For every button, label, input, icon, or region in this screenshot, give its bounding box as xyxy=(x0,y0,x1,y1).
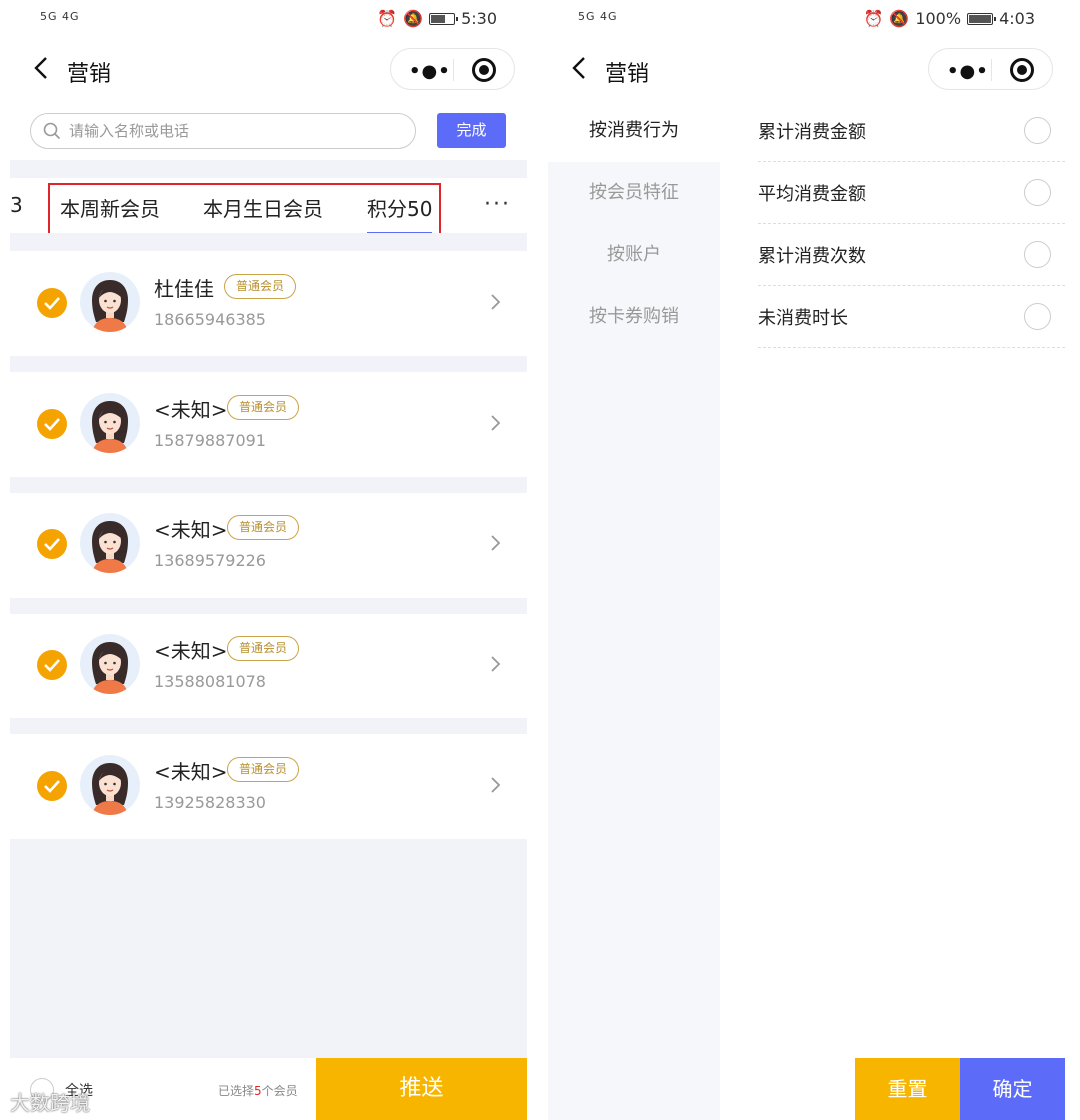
member-row[interactable]: <未知> 普通会员 13925828330 xyxy=(10,734,527,839)
close-target-icon[interactable] xyxy=(472,58,496,82)
alarm-icon: ⏰ xyxy=(377,9,398,28)
status-time: 4:03 xyxy=(999,9,1035,28)
chevron-right-icon[interactable] xyxy=(489,412,503,434)
checked-icon[interactable] xyxy=(37,650,67,680)
battery-icon xyxy=(429,12,459,25)
nav-bar: 营销 •●• xyxy=(548,38,1065,100)
signal-indicator: 5G 4G xyxy=(578,10,618,23)
confirm-button[interactable]: 确定 xyxy=(960,1058,1065,1120)
member-name: 杜佳佳 xyxy=(154,277,214,301)
category-account[interactable]: 按账户 xyxy=(548,224,720,286)
mute-icon: 🔕 xyxy=(403,9,424,28)
avatar xyxy=(80,513,140,573)
battery-percent: 100% xyxy=(915,9,962,28)
checked-icon[interactable] xyxy=(37,288,67,318)
option-radio[interactable] xyxy=(1024,179,1051,206)
mute-icon: 🔕 xyxy=(889,9,910,28)
tab-fragment[interactable]: 3 xyxy=(10,193,23,217)
mini-program-capsule: •●• xyxy=(928,48,1053,90)
option-row-average-amount[interactable]: 平均消费金额 xyxy=(758,162,1065,224)
done-button[interactable]: 完成 xyxy=(437,113,506,148)
member-row[interactable]: <未知> 普通会员 15879887091 xyxy=(10,372,527,477)
more-menu-icon[interactable]: •●• xyxy=(947,61,989,82)
search-input[interactable] xyxy=(69,118,399,144)
back-arrow-icon[interactable] xyxy=(566,54,594,82)
status-bar: 5G 4G ⏰ 🔕 100% 4:03 xyxy=(548,0,1065,38)
member-phone: 13925828330 xyxy=(154,793,266,812)
chevron-right-icon[interactable] xyxy=(489,653,503,675)
more-tabs-icon[interactable]: ··· xyxy=(484,192,511,217)
option-row-total-count[interactable]: 累计消费次数 xyxy=(758,224,1065,286)
selected-count-text: 已选择5个会员 xyxy=(218,1084,298,1098)
reset-button[interactable]: 重置 xyxy=(855,1058,960,1120)
avatar xyxy=(80,755,140,815)
member-phone: 18665946385 xyxy=(154,310,266,329)
member-row[interactable]: <未知> 普通会员 13689579226 xyxy=(10,492,527,597)
member-phone: 15879887091 xyxy=(154,431,266,450)
page-title: 营销 xyxy=(67,62,112,87)
avatar xyxy=(80,634,140,694)
member-row[interactable]: 杜佳佳 普通会员 18665946385 xyxy=(10,251,527,356)
option-label: 累计消费金额 xyxy=(758,122,866,143)
category-coupon-sales[interactable]: 按卡券购销 xyxy=(548,286,720,348)
avatar xyxy=(80,393,140,453)
chevron-right-icon[interactable] xyxy=(489,532,503,554)
checked-icon[interactable] xyxy=(37,529,67,559)
member-phone: 13588081078 xyxy=(154,672,266,691)
close-target-icon[interactable] xyxy=(1010,58,1034,82)
search-icon xyxy=(43,122,61,140)
member-name: <未知> xyxy=(154,760,228,784)
status-time: 5:30 xyxy=(461,9,497,28)
avatar xyxy=(80,272,140,332)
nav-bar: 营销 •●• xyxy=(10,38,527,100)
push-button[interactable]: 推送 xyxy=(316,1058,527,1120)
member-level-badge: 普通会员 xyxy=(224,274,297,299)
page-title: 营销 xyxy=(605,62,650,87)
option-label: 平均消费金额 xyxy=(758,184,866,205)
signal-indicator: 5G 4G xyxy=(40,10,80,23)
chevron-right-icon[interactable] xyxy=(489,291,503,313)
checked-icon[interactable] xyxy=(37,771,67,801)
mini-program-capsule: •●• xyxy=(390,48,515,90)
highlight-annotation-box xyxy=(48,183,441,240)
option-radio[interactable] xyxy=(1024,241,1051,268)
watermark-logo: 大数跨境 xyxy=(10,1091,90,1115)
chevron-right-icon[interactable] xyxy=(489,774,503,796)
member-name: <未知> xyxy=(154,398,228,422)
filter-screen: 5G 4G ⏰ 🔕 100% 4:03 营销 •●• 按消费行为 按会员特征 按… xyxy=(548,0,1065,1120)
member-name: <未知> xyxy=(154,639,228,663)
bottom-action-bar: 全选 已选择5个会员 推送 大数跨境 xyxy=(10,1058,527,1120)
selected-count: 5 xyxy=(254,1084,262,1098)
member-name: <未知> xyxy=(154,518,228,542)
option-row-idle-duration[interactable]: 未消费时长 xyxy=(758,286,1065,348)
member-level-badge: 普通会员 xyxy=(227,515,300,540)
member-phone: 13689579226 xyxy=(154,551,266,570)
category-member-traits[interactable]: 按会员特征 xyxy=(548,162,720,224)
option-radio[interactable] xyxy=(1024,303,1051,330)
alarm-icon: ⏰ xyxy=(863,9,884,28)
member-row[interactable]: <未知> 普通会员 13588081078 xyxy=(10,613,527,718)
category-consumption-behavior[interactable]: 按消费行为 xyxy=(548,100,720,162)
battery-icon xyxy=(967,12,997,25)
option-label: 未消费时长 xyxy=(758,308,848,329)
checked-icon[interactable] xyxy=(37,409,67,439)
member-level-badge: 普通会员 xyxy=(227,395,300,420)
option-label: 累计消费次数 xyxy=(758,246,866,267)
search-bar xyxy=(30,113,416,149)
option-radio[interactable] xyxy=(1024,117,1051,144)
back-arrow-icon[interactable] xyxy=(28,54,56,82)
more-menu-icon[interactable]: •●• xyxy=(409,61,451,82)
member-list-screen: 5G 4G ⏰ 🔕 5:30 营销 •●• 完成 3 本周新会员 本月生日会员 … xyxy=(10,0,527,1120)
member-level-badge: 普通会员 xyxy=(227,757,300,782)
category-sidebar: 按消费行为 按会员特征 按账户 按卡券购销 xyxy=(548,100,720,1120)
option-row-total-amount[interactable]: 累计消费金额 xyxy=(758,100,1065,162)
member-level-badge: 普通会员 xyxy=(227,636,300,661)
status-bar: 5G 4G ⏰ 🔕 5:30 xyxy=(10,0,527,38)
